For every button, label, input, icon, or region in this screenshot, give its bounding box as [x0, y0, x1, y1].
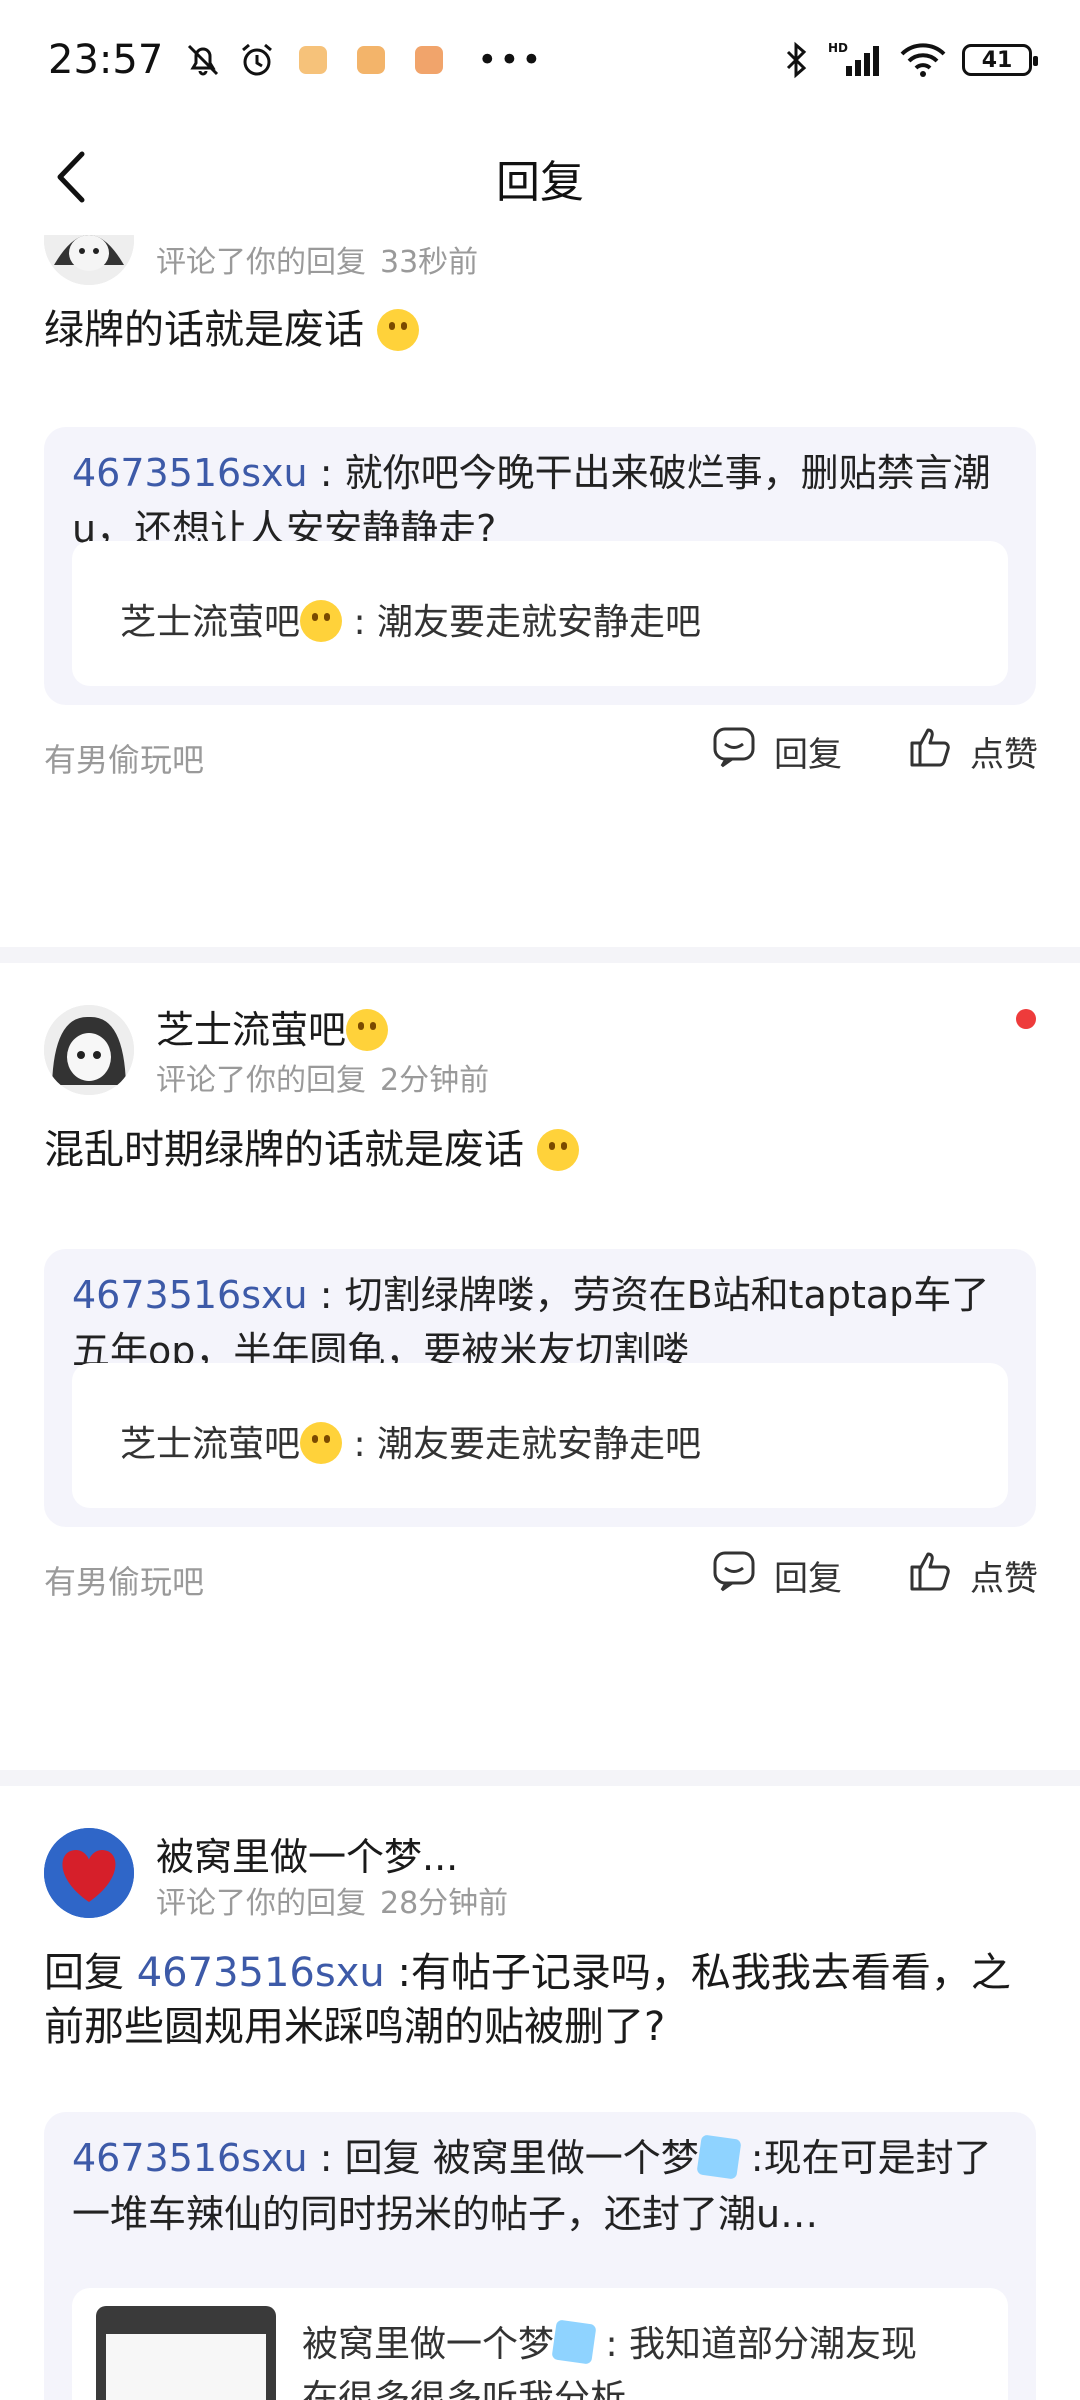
card-divider — [0, 1770, 1080, 1786]
mute-bell-icon — [183, 40, 223, 80]
thinking-emoji-icon — [346, 1009, 389, 1051]
ice-cube-emoji-icon — [696, 2134, 742, 2180]
username[interactable]: 芝士流萤吧 — [156, 999, 389, 1054]
card-divider — [0, 947, 1080, 963]
forum-name[interactable]: 有男偷玩吧 — [44, 1557, 204, 1603]
status-time: 23:57 — [48, 37, 164, 83]
alarm-icon — [237, 40, 277, 80]
battery-icon: 41 — [962, 44, 1038, 76]
username[interactable]: 被窝里做一个梦... — [156, 1826, 458, 1881]
reply-meta: 评论了你的回复 28分钟前 — [156, 1886, 509, 1921]
quoted-reply[interactable]: 4673516sxu : 回复 被窝里做一个梦 :现在可是封了一堆车辣仙的同时拐… — [44, 2112, 1036, 2400]
comment-icon — [712, 1549, 756, 1602]
mention-link[interactable]: 4673516sxu — [137, 1950, 385, 1996]
thumbs-up-icon — [908, 725, 952, 778]
ice-cube-emoji-icon — [551, 2319, 597, 2365]
avatar[interactable] — [44, 1005, 134, 1095]
original-comment[interactable]: 芝士流萤吧 : 潮友要走就安静走吧 — [72, 1363, 1008, 1508]
nav-bar: 回复 — [0, 120, 1080, 235]
quoted-reply-text: 4673516sxu : 回复 被窝里做一个梦 :现在可是封了一堆车辣仙的同时拐… — [72, 2134, 992, 2236]
reply-card[interactable]: 被窝里做一个梦... 评论了你的回复 28分钟前 回复 4673516sxu :有… — [0, 1786, 1080, 2400]
original-comment[interactable]: 芝士流萤吧 : 潮友要走就安静走吧 — [72, 541, 1008, 686]
smile-emoji-icon — [376, 309, 419, 351]
avatar[interactable] — [44, 1828, 134, 1918]
bluetooth-icon — [780, 40, 814, 80]
wifi-icon — [898, 40, 948, 80]
original-comment[interactable]: 被窝里做一个梦 : 我知道部分潮友现 在很多很多听我分析 — [72, 2288, 1008, 2400]
avatar[interactable] — [44, 235, 134, 285]
app-icon-3 — [415, 46, 444, 74]
app-icon-1 — [299, 46, 328, 74]
quoted-reply[interactable]: 4673516sxu : 就你吧今晚干出来破烂事，删贴禁言潮u，还想让人安安静静… — [44, 427, 1036, 705]
original-comment-text: 被窝里做一个梦 : 我知道部分潮友现 在很多很多听我分析 — [302, 2318, 917, 2400]
reply-button[interactable]: 回复 — [712, 725, 842, 778]
quoted-reply[interactable]: 4673516sxu : 切割绿牌喽，劳资在B站和taptap车了五年op，半年… — [44, 1249, 1036, 1527]
reply-meta: 评论了你的回复 2分钟前 — [156, 1063, 490, 1098]
hd-signal-icon: HD — [828, 40, 884, 80]
comment-text: 绿牌的话就是废话 — [44, 303, 1036, 357]
comment-text: 混乱时期绿牌的话就是废话 — [44, 1123, 1036, 1177]
svg-text:HD: HD — [828, 41, 848, 55]
unread-dot — [1016, 1009, 1036, 1029]
thumbs-up-icon — [908, 1549, 952, 1602]
smile-emoji-icon — [536, 1129, 579, 1171]
like-button[interactable]: 点赞 — [908, 1549, 1038, 1602]
original-comment-text: 芝士流萤吧 : 潮友要走就安静走吧 — [120, 600, 702, 643]
screenshot-thumbnail[interactable] — [96, 2306, 276, 2400]
comment-text: 回复 4673516sxu :有帖子记录吗，私我我去看看，之前那些圆规用米踩鸣潮… — [44, 1950, 1011, 2050]
comment-icon — [712, 725, 756, 778]
original-comment-text: 芝士流萤吧 : 潮友要走就安静走吧 — [120, 1422, 702, 1465]
forum-name[interactable]: 有男偷玩吧 — [44, 735, 204, 781]
like-button[interactable]: 点赞 — [908, 725, 1038, 778]
reply-button[interactable]: 回复 — [712, 1549, 842, 1602]
reply-list[interactable]: 评论了你的回复 33秒前 绿牌的话就是废话 4673516sxu : 就你吧今晚干… — [0, 235, 1080, 2400]
app-icon-2 — [357, 46, 386, 74]
thinking-emoji-icon — [300, 1422, 343, 1464]
more-icon: ••• — [477, 40, 544, 80]
thinking-emoji-icon — [300, 600, 343, 642]
reply-meta: 评论了你的回复 33秒前 — [156, 245, 479, 280]
back-arrow-icon[interactable] — [44, 142, 104, 212]
status-bar: 23:57 ••• HD 41 — [0, 0, 1080, 120]
page-title: 回复 — [496, 156, 584, 208]
